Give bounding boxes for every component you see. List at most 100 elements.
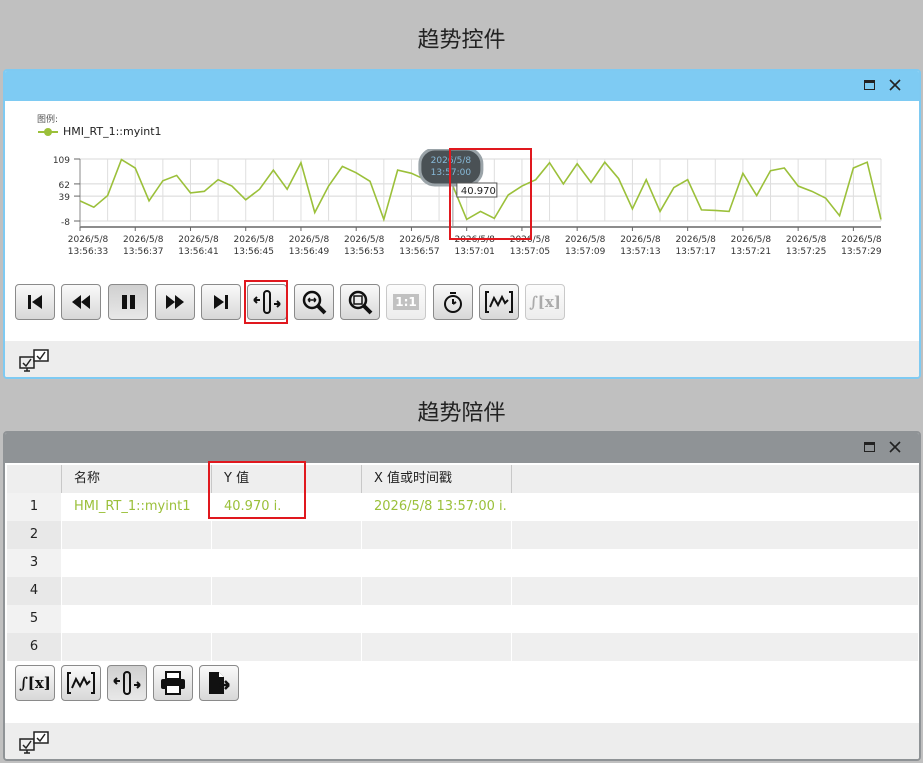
skip-forward-icon: [214, 295, 228, 309]
row-name-cell: [62, 605, 212, 633]
ruler-icon: [113, 671, 141, 695]
zoom-out-button[interactable]: [340, 284, 380, 320]
forward-button[interactable]: [155, 284, 195, 320]
table-row[interactable]: 3: [7, 549, 919, 577]
maximize-button[interactable]: [861, 77, 879, 95]
x-tick-time: 13:57:29: [841, 247, 882, 257]
one-to-one-icon: 1:1: [393, 294, 419, 310]
close-button[interactable]: [887, 77, 905, 95]
x-tick-date: 2026/5/8: [786, 235, 827, 245]
x-tick-time: 13:56:53: [344, 247, 384, 257]
row-x-value-cell: 2026/5/8 13:57:00 i.: [362, 493, 512, 521]
x-tick-date: 2026/5/8: [841, 235, 882, 245]
table-row[interactable]: 1 HMI_RT_1::myint1 40.970 i. 2026/5/8 13:57…: [7, 493, 919, 521]
fast-forward-icon: [166, 295, 184, 309]
pause-icon: [122, 295, 135, 309]
x-tick-time: 13:57:05: [510, 247, 550, 257]
row-index-cell: 3: [7, 549, 62, 577]
first-page-button[interactable]: [15, 284, 55, 320]
statistics-button[interactable]: ∫[x]: [525, 284, 565, 320]
x-tick-time: 13:56:37: [123, 247, 163, 257]
original-size-button[interactable]: 1:1: [386, 284, 426, 320]
export-button[interactable]: [199, 665, 239, 701]
table-row[interactable]: 6: [7, 633, 919, 661]
trend-control-heading: 趋势控件: [417, 28, 506, 53]
statistics-button[interactable]: ∫[x]: [15, 665, 55, 701]
maximize-icon: [864, 442, 875, 452]
online-status-icon[interactable]: [17, 729, 53, 757]
row-index-cell: 2: [7, 521, 62, 549]
row-empty-cell: [512, 633, 919, 661]
x-tick-date: 2026/5/8: [68, 235, 109, 245]
export-icon: [209, 672, 230, 694]
print-button[interactable]: [153, 665, 193, 701]
legend-series-marker-icon: [38, 127, 58, 136]
row-y-value-cell: [212, 577, 362, 605]
x-tick-date: 2026/5/8: [565, 235, 606, 245]
printer-icon: [161, 671, 185, 695]
integral-icon: ∫[x]: [529, 293, 561, 311]
trend-select-button[interactable]: [61, 665, 101, 701]
x-tick-date: 2026/5/8: [620, 235, 661, 245]
row-name-cell: [62, 521, 212, 549]
row-index-cell: 6: [7, 633, 62, 661]
row-index-cell: 5: [7, 605, 62, 633]
trend-select-button[interactable]: [479, 284, 519, 320]
y-tick-label: 39: [59, 193, 71, 203]
y-tick-label: 109: [53, 156, 70, 166]
zoom-reset-icon: [348, 290, 373, 315]
table-row[interactable]: 5: [7, 605, 919, 633]
trend-companion-titlebar[interactable]: [5, 433, 919, 463]
x-tick-date: 2026/5/8: [675, 235, 716, 245]
legend-item[interactable]: HMI_RT_1::myint1: [37, 125, 162, 138]
trend-control-titlebar[interactable]: [5, 71, 919, 101]
x-tick-time: 13:57:21: [731, 247, 771, 257]
row-empty-cell: [512, 521, 919, 549]
trend-control-panel: 图例: HMI_RT_1::myint1 109 62 39 -8 2026/5/8 1…: [3, 69, 921, 379]
header-name[interactable]: 名称: [62, 465, 212, 493]
x-tick-time: 13:57:13: [620, 247, 660, 257]
trend-companion-statusbar: [5, 723, 919, 759]
trend-control-statusbar: [5, 341, 919, 377]
rewind-icon: [72, 295, 90, 309]
row-y-value-cell: [212, 633, 362, 661]
close-button[interactable]: [887, 439, 905, 457]
table-row[interactable]: 2: [7, 521, 919, 549]
trend-icon: [67, 672, 95, 694]
trend-companion-panel: 名称 Y 值 X 值或时间戳 1 HMI_RT_1::myint1 40.970 i…: [3, 431, 921, 761]
row-x-value-cell: [362, 577, 512, 605]
header-index: [7, 465, 62, 493]
x-tick-time: 13:56:45: [234, 247, 274, 257]
pause-button[interactable]: [108, 284, 148, 320]
header-empty: [512, 465, 919, 493]
x-tick-date: 2026/5/8: [123, 235, 164, 245]
x-tick-date: 2026/5/8: [289, 235, 330, 245]
row-empty-cell: [512, 549, 919, 577]
x-tick-time: 13:56:57: [399, 247, 439, 257]
x-tick-time: 13:57:09: [565, 247, 606, 257]
highlight-box-ruler-button: [244, 280, 288, 324]
header-x-value[interactable]: X 值或时间戳: [362, 465, 512, 493]
trend-icon: [485, 291, 513, 313]
x-tick-time: 13:56:41: [178, 247, 218, 257]
x-tick-time: 13:56:33: [68, 247, 108, 257]
legend-series-label: HMI_RT_1::myint1: [63, 125, 162, 138]
skip-back-icon: [28, 295, 42, 309]
row-name-cell: [62, 549, 212, 577]
table-row[interactable]: 4: [7, 577, 919, 605]
zoom-in-button[interactable]: [294, 284, 334, 320]
highlight-box-y-value: [208, 461, 306, 519]
row-x-value-cell: [362, 633, 512, 661]
row-x-value-cell: [362, 605, 512, 633]
last-page-button[interactable]: [201, 284, 241, 320]
stopwatch-button[interactable]: [433, 284, 473, 320]
ruler-button[interactable]: [107, 665, 147, 701]
row-empty-cell: [512, 493, 919, 521]
table-header-row: 名称 Y 值 X 值或时间戳: [7, 465, 919, 493]
row-index-cell: 1: [7, 493, 62, 521]
online-status-icon[interactable]: [17, 347, 53, 375]
row-empty-cell: [512, 577, 919, 605]
rewind-button[interactable]: [61, 284, 101, 320]
maximize-button[interactable]: [861, 439, 879, 457]
legend-title: 图例:: [37, 115, 59, 125]
